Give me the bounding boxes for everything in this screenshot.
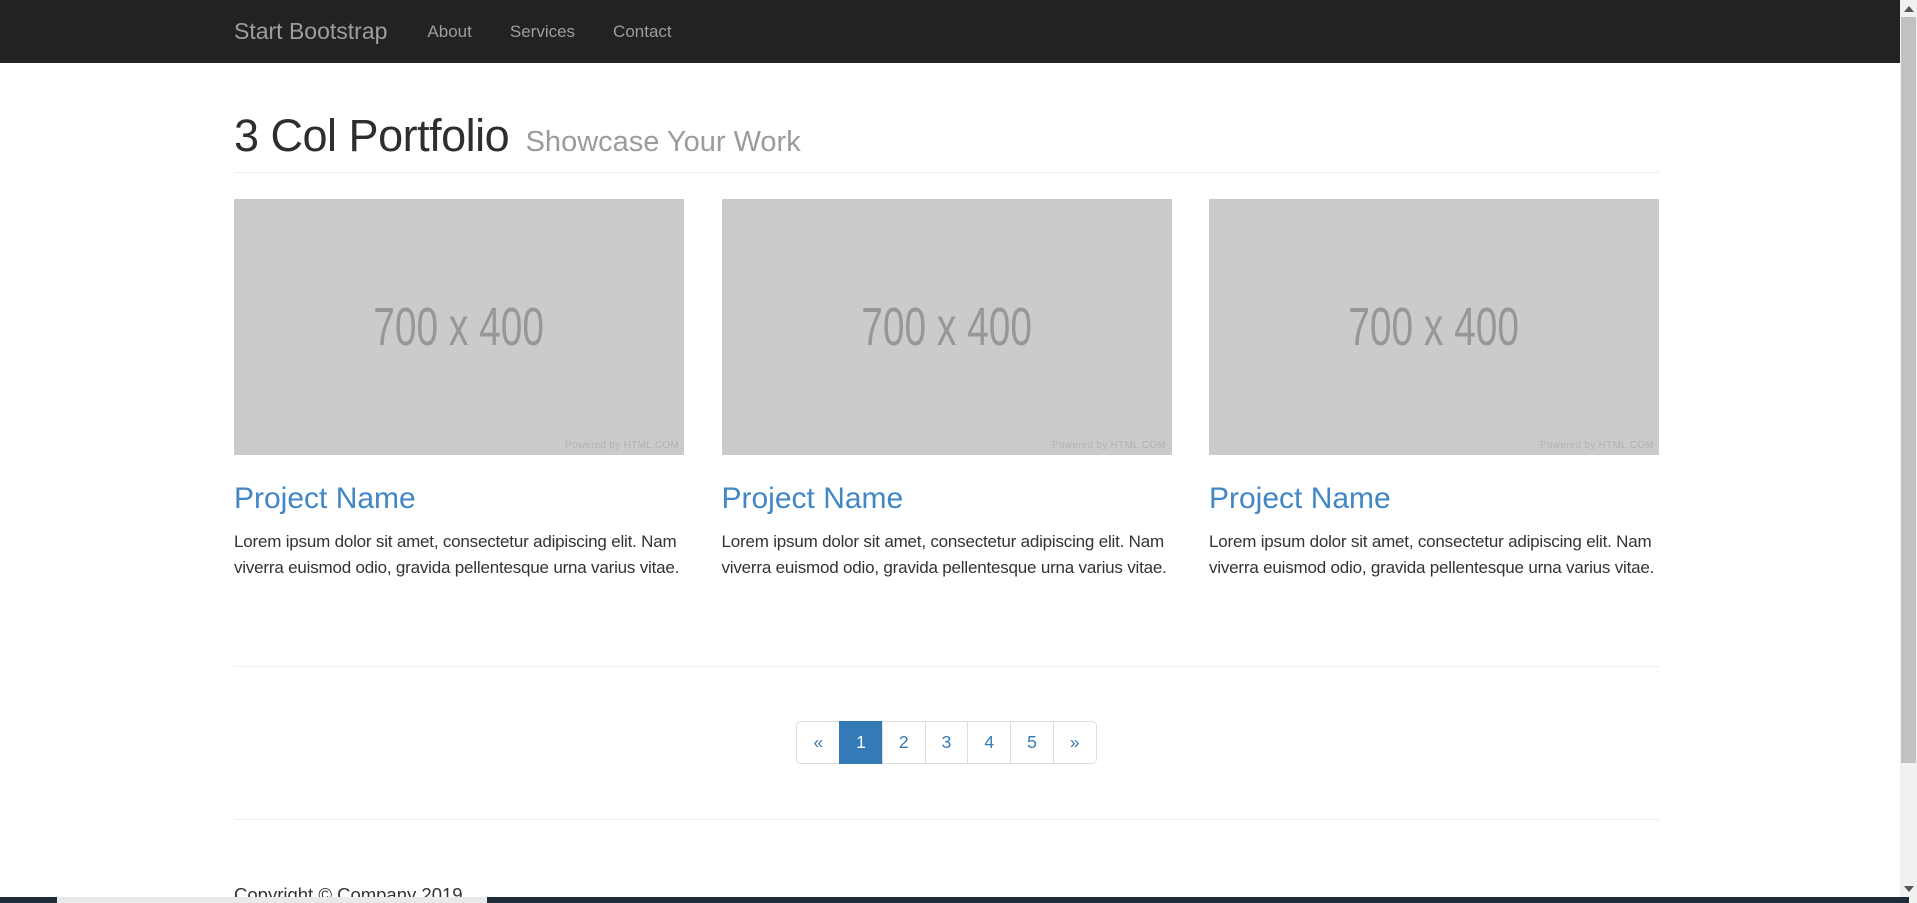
header-divider <box>234 172 1659 173</box>
horizontal-scrollbar-thumb[interactable] <box>57 897 487 903</box>
main-container: 3 Col Portfolio Showcase Your Work 700 x… <box>234 0 1659 903</box>
pagination-prev[interactable]: « <box>796 721 840 764</box>
pagination-page-2[interactable]: 2 <box>882 721 926 764</box>
placeholder-watermark: Powered by HTML.COM <box>1052 439 1166 451</box>
page-header: 3 Col Portfolio Showcase Your Work <box>234 110 801 162</box>
pagination-page-5[interactable]: 5 <box>1010 721 1054 764</box>
placeholder-dimensions-label: 700 x 400 <box>374 296 545 358</box>
project-description: Lorem ipsum dolor sit amet, consectetur … <box>234 529 689 581</box>
placeholder-watermark: Powered by HTML.COM <box>565 439 679 451</box>
scroll-down-icon <box>1904 886 1914 892</box>
portfolio-card: 700 x 400 Powered by HTML.COM Project Na… <box>1209 199 1659 581</box>
project-description: Lorem ipsum dolor sit amet, consectetur … <box>722 529 1177 581</box>
page-subtitle: Showcase Your Work <box>526 126 801 158</box>
project-thumbnail-link[interactable]: 700 x 400 Powered by HTML.COM <box>1209 199 1659 455</box>
scroll-down-button[interactable] <box>1900 880 1917 897</box>
placeholder-dimensions-label: 700 x 400 <box>861 296 1032 358</box>
placeholder-watermark: Powered by HTML.COM <box>1540 439 1654 451</box>
pagination-page-3[interactable]: 3 <box>925 721 969 764</box>
project-title-link[interactable]: Project Name <box>234 482 416 516</box>
scroll-up-button[interactable] <box>1900 0 1917 17</box>
pagination-next[interactable]: » <box>1053 721 1097 764</box>
scrollbar-corner <box>1909 897 1917 903</box>
pagination: « 1 2 3 4 5 » <box>234 721 1659 764</box>
horizontal-scrollbar[interactable] <box>0 897 1917 903</box>
placeholder-dimensions-label: 700 x 400 <box>1349 296 1520 358</box>
project-description: Lorem ipsum dolor sit amet, consectetur … <box>1209 529 1664 581</box>
project-title-link[interactable]: Project Name <box>1209 482 1391 516</box>
pagination-page-1[interactable]: 1 <box>839 721 883 764</box>
scroll-up-icon <box>1904 6 1914 12</box>
page-title: 3 Col Portfolio <box>234 110 509 161</box>
project-thumbnail-link[interactable]: 700 x 400 Powered by HTML.COM <box>722 199 1172 455</box>
pagination-page-4[interactable]: 4 <box>967 721 1011 764</box>
portfolio-card: 700 x 400 Powered by HTML.COM Project Na… <box>234 199 684 581</box>
content-divider <box>234 666 1659 667</box>
project-title-link[interactable]: Project Name <box>722 482 904 516</box>
footer-divider <box>234 819 1659 820</box>
vertical-scrollbar-thumb[interactable] <box>1901 17 1916 763</box>
vertical-scrollbar[interactable] <box>1900 0 1917 903</box>
project-thumbnail-link[interactable]: 700 x 400 Powered by HTML.COM <box>234 199 684 455</box>
portfolio-grid: 700 x 400 Powered by HTML.COM Project Na… <box>234 199 1659 581</box>
portfolio-card: 700 x 400 Powered by HTML.COM Project Na… <box>722 199 1172 581</box>
